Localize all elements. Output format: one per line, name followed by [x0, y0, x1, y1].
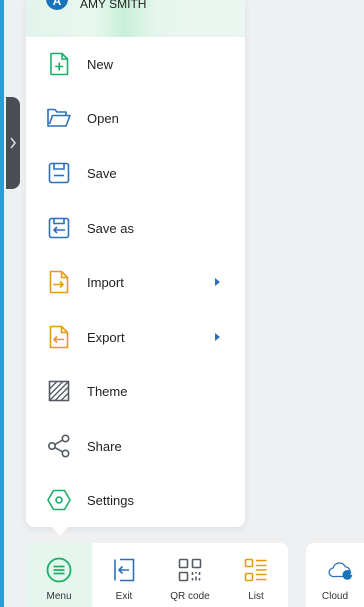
theme-icon — [46, 378, 72, 404]
window-frame-edge — [0, 0, 4, 607]
menu-item-save-as[interactable]: Save as — [26, 201, 245, 255]
tool-label: Cloud — [321, 591, 349, 602]
menu-item-label: Import — [87, 274, 124, 290]
menu-item-share[interactable]: Share — [26, 419, 245, 473]
cloud-account-badge: A — [350, 568, 356, 577]
submenu-arrow-icon — [215, 278, 220, 286]
menu-item-label: Save as — [87, 220, 134, 236]
tool-label: Exit — [115, 591, 133, 602]
cloud-button[interactable]: A Cloud — [306, 543, 364, 607]
new-file-icon — [46, 51, 72, 77]
folder-open-icon — [46, 105, 72, 131]
user-name: AMY SMITH — [80, 0, 147, 11]
save-as-icon — [46, 215, 72, 241]
menu-pointer — [52, 527, 68, 536]
menu-item-new[interactable]: New — [26, 37, 245, 91]
tool-label: List — [248, 591, 264, 602]
menu-item-open[interactable]: Open — [26, 91, 245, 145]
menu-item-label: Export — [87, 329, 125, 345]
menu-item-export[interactable]: Export — [26, 310, 245, 364]
avatar: A — [46, 0, 68, 10]
menu-item-label: Theme — [87, 383, 128, 399]
import-icon — [46, 269, 72, 295]
exit-button[interactable]: Exit — [93, 543, 155, 607]
save-icon — [46, 160, 72, 186]
menu-item-label: Settings — [87, 492, 134, 508]
qr-code-icon — [177, 557, 203, 583]
menu-item-save[interactable]: Save — [26, 146, 245, 200]
menu-item-label: Open — [87, 110, 119, 126]
menu-icon — [46, 557, 72, 583]
submenu-arrow-icon — [215, 333, 220, 341]
menu-button[interactable]: Menu — [28, 543, 90, 607]
tool-label: QR code — [170, 591, 210, 602]
chevron-right-icon — [9, 136, 17, 150]
bottom-toolbar: Menu Exit QR code List — [26, 543, 288, 607]
menu-item-label: Share — [87, 438, 122, 454]
main-menu-panel: A AMY SMITH New Open Save Save as Import — [26, 0, 245, 527]
export-icon — [46, 324, 72, 350]
tool-label: Menu — [46, 591, 72, 602]
exit-icon — [111, 557, 137, 583]
menu-item-settings[interactable]: Settings — [26, 473, 245, 527]
share-icon — [46, 433, 72, 459]
menu-item-label: New — [87, 56, 114, 72]
list-button[interactable]: List — [225, 543, 287, 607]
menu-item-import[interactable]: Import — [26, 255, 245, 309]
menu-item-label: Save — [87, 165, 117, 181]
list-icon — [243, 557, 269, 583]
settings-icon — [46, 487, 72, 513]
qr-code-button[interactable]: QR code — [159, 543, 221, 607]
menu-item-theme[interactable]: Theme — [26, 364, 245, 418]
side-panel-handle[interactable] — [6, 97, 20, 189]
user-header[interactable]: A AMY SMITH — [26, 0, 245, 37]
